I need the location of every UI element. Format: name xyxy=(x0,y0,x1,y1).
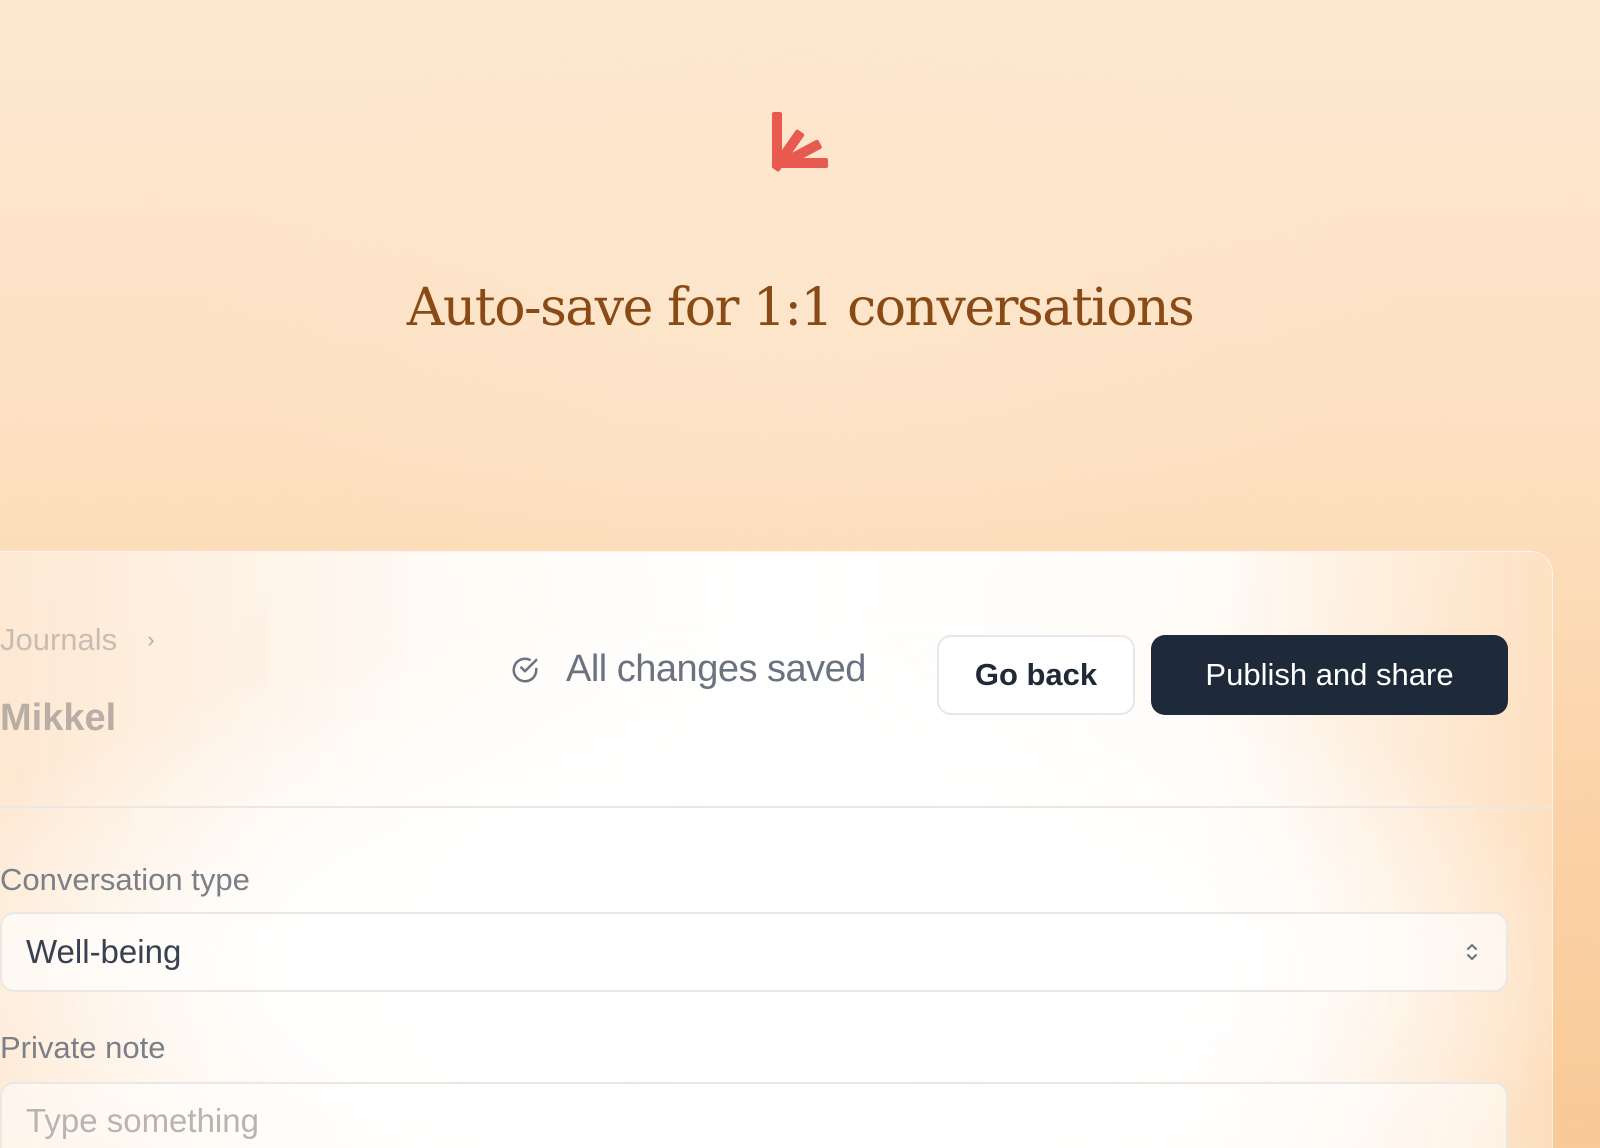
private-note-field[interactable] xyxy=(0,1082,1508,1148)
breadcrumb: Journals › xyxy=(0,622,155,658)
conversation-type-value: Well-being xyxy=(26,933,182,970)
chevron-up-down-icon xyxy=(1467,944,1477,960)
page-title: Mikkel xyxy=(0,697,117,739)
check-circle-icon xyxy=(512,657,538,682)
save-status-text: All changes saved xyxy=(566,648,866,690)
hero-title: Auto-save for 1:1 conversations xyxy=(406,278,1195,338)
breadcrumb-item-journals[interactable]: Journals xyxy=(0,622,117,658)
conversation-type-select[interactable]: Well-being xyxy=(0,912,1508,992)
private-note-label: Private note xyxy=(0,1030,166,1065)
save-status: All changes saved xyxy=(510,648,866,691)
private-note-input[interactable] xyxy=(26,1102,1482,1148)
sparkle-burst-icon xyxy=(772,112,828,172)
divider xyxy=(0,806,1552,808)
go-back-button[interactable]: Go back xyxy=(937,635,1135,715)
conversation-type-label: Conversation type xyxy=(0,862,250,897)
publish-and-share-button[interactable]: Publish and share xyxy=(1151,635,1508,715)
chevron-right-icon: › xyxy=(147,627,155,652)
